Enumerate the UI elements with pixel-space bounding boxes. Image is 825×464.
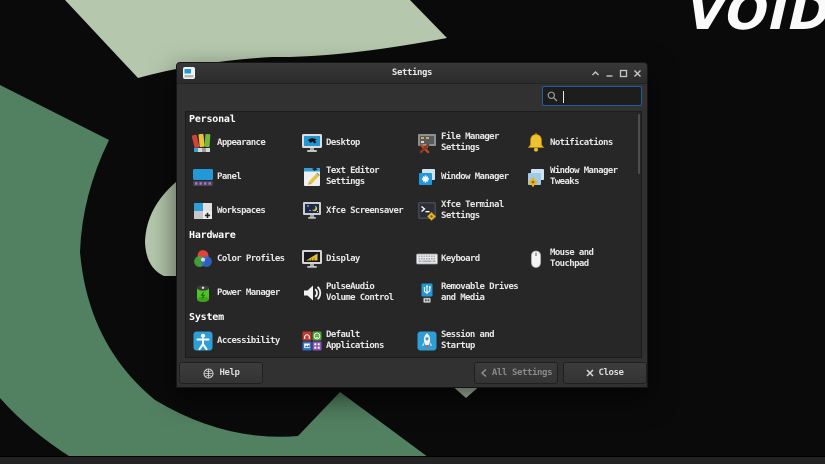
settings-item-label: Default Applications	[326, 330, 384, 352]
default-applications-icon	[300, 329, 324, 353]
bottom-panel[interactable]	[0, 456, 825, 464]
keyboard-icon	[415, 247, 439, 271]
search-input[interactable]	[561, 88, 637, 104]
settings-item-label: Session and Startup	[441, 330, 494, 352]
close-button-label: Close	[598, 368, 623, 378]
settings-list: Personal Appearance	[185, 111, 642, 358]
notifications-bell-icon	[524, 131, 548, 155]
power-manager-icon	[191, 281, 215, 305]
settings-item-keyboard[interactable]: Keyboard	[415, 242, 524, 276]
settings-item-label: Xfce Terminal Settings	[441, 200, 504, 222]
settings-item-terminal[interactable]: Xfce Terminal Settings	[415, 194, 524, 228]
settings-item-accessibility[interactable]: Accessibility	[191, 324, 300, 358]
panel-icon	[191, 165, 215, 189]
settings-item-text-editor[interactable]: Text Editor Settings	[300, 160, 415, 194]
settings-item-label: Desktop	[326, 138, 360, 149]
settings-item-desktop[interactable]: Desktop	[300, 126, 415, 160]
section-header-personal: Personal	[189, 114, 641, 126]
section-header-system: System	[189, 312, 641, 324]
settings-item-label: Removable Drives and Media	[441, 282, 518, 304]
hardware-grid: Color Profiles Display	[186, 242, 641, 310]
file-manager-icon	[415, 131, 439, 155]
workspaces-icon	[191, 199, 215, 223]
close-window-icon[interactable]	[633, 69, 642, 78]
shade-window-icon[interactable]	[591, 69, 600, 78]
settings-item-label: Display	[326, 254, 360, 265]
settings-item-pulseaudio[interactable]: PulseAudio Volume Control	[300, 276, 415, 310]
settings-item-label: Notifications	[550, 138, 613, 149]
settings-item-notifications[interactable]: Notifications	[524, 126, 641, 160]
minimize-window-icon[interactable]	[605, 69, 614, 78]
display-icon	[300, 247, 324, 271]
settings-item-label: PulseAudio Volume Control	[326, 282, 393, 304]
settings-item-label: Text Editor Settings	[326, 166, 379, 188]
settings-item-label: Window Manager	[441, 172, 508, 183]
chevron-left-icon	[480, 368, 488, 378]
settings-item-label: Xfce Screensaver	[326, 206, 403, 217]
settings-item-label: Accessibility	[217, 336, 280, 347]
settings-item-file-manager[interactable]: File Manager Settings	[415, 126, 524, 160]
scrollbar[interactable]	[638, 114, 640, 174]
search-box[interactable]	[542, 86, 642, 106]
settings-item-color-profiles[interactable]: Color Profiles	[191, 242, 300, 276]
settings-item-default-applications[interactable]: Default Applications	[300, 324, 415, 358]
section-header-hardware: Hardware	[189, 230, 641, 242]
void-logotype: VOID	[680, 0, 825, 41]
settings-item-session-startup[interactable]: Session and Startup	[415, 324, 524, 358]
settings-item-label: Window Manager Tweaks	[550, 166, 617, 188]
terminal-icon	[415, 199, 439, 223]
settings-item-label: Color Profiles	[217, 254, 284, 265]
settings-item-display[interactable]: Display	[300, 242, 415, 276]
text-editor-icon	[300, 165, 324, 189]
settings-item-screensaver[interactable]: Xfce Screensaver	[300, 194, 415, 228]
help-button[interactable]: Help	[179, 362, 263, 384]
removable-drives-icon	[415, 281, 439, 305]
settings-item-mouse-touchpad[interactable]: Mouse and Touchpad	[524, 242, 641, 276]
mouse-icon	[524, 247, 548, 271]
settings-item-label: Keyboard	[441, 254, 480, 265]
settings-item-appearance[interactable]: Appearance	[191, 126, 300, 160]
window-manager-tweaks-icon	[524, 165, 548, 189]
desktop-icon	[300, 131, 324, 155]
settings-item-label: Power Manager	[217, 288, 280, 299]
system-grid: Accessibility	[186, 324, 641, 358]
settings-item-label: Mouse and Touchpad	[550, 248, 593, 270]
settings-item-window-manager[interactable]: Window Manager	[415, 160, 524, 194]
screensaver-icon	[300, 199, 324, 223]
settings-item-label: Workspaces	[217, 206, 265, 217]
accessibility-icon	[191, 329, 215, 353]
settings-item-removable-drives[interactable]: Removable Drives and Media	[415, 276, 524, 310]
close-x-icon	[586, 369, 594, 377]
appearance-icon	[191, 131, 215, 155]
settings-item-panel[interactable]: Panel	[191, 160, 300, 194]
text-caret	[563, 91, 564, 103]
personal-grid: Appearance Desktop	[186, 126, 641, 228]
settings-item-label: File Manager Settings	[441, 132, 499, 154]
help-globe-icon	[202, 367, 215, 380]
settings-item-label: Appearance	[217, 138, 265, 149]
titlebar[interactable]: Settings	[177, 63, 647, 84]
maximize-window-icon[interactable]	[619, 69, 628, 78]
help-button-label: Help	[219, 368, 239, 378]
all-settings-button[interactable]: All Settings	[474, 362, 558, 384]
window-manager-icon	[415, 165, 439, 189]
settings-item-window-manager-tweaks[interactable]: Window Manager Tweaks	[524, 160, 641, 194]
settings-window: Settings Personal	[176, 62, 648, 388]
settings-item-power-manager[interactable]: Power Manager	[191, 276, 300, 310]
desktop: { "desktop": { "logo_text": "VOID" }, "w…	[0, 0, 825, 464]
close-button[interactable]: Close	[563, 362, 647, 384]
all-settings-button-label: All Settings	[492, 368, 552, 378]
settings-item-label: Panel	[217, 172, 241, 183]
pulseaudio-icon	[300, 281, 324, 305]
settings-item-workspaces[interactable]: Workspaces	[191, 194, 300, 228]
window-title: Settings	[177, 63, 647, 83]
search-icon	[547, 91, 558, 102]
session-startup-icon	[415, 329, 439, 353]
color-profiles-icon	[191, 247, 215, 271]
